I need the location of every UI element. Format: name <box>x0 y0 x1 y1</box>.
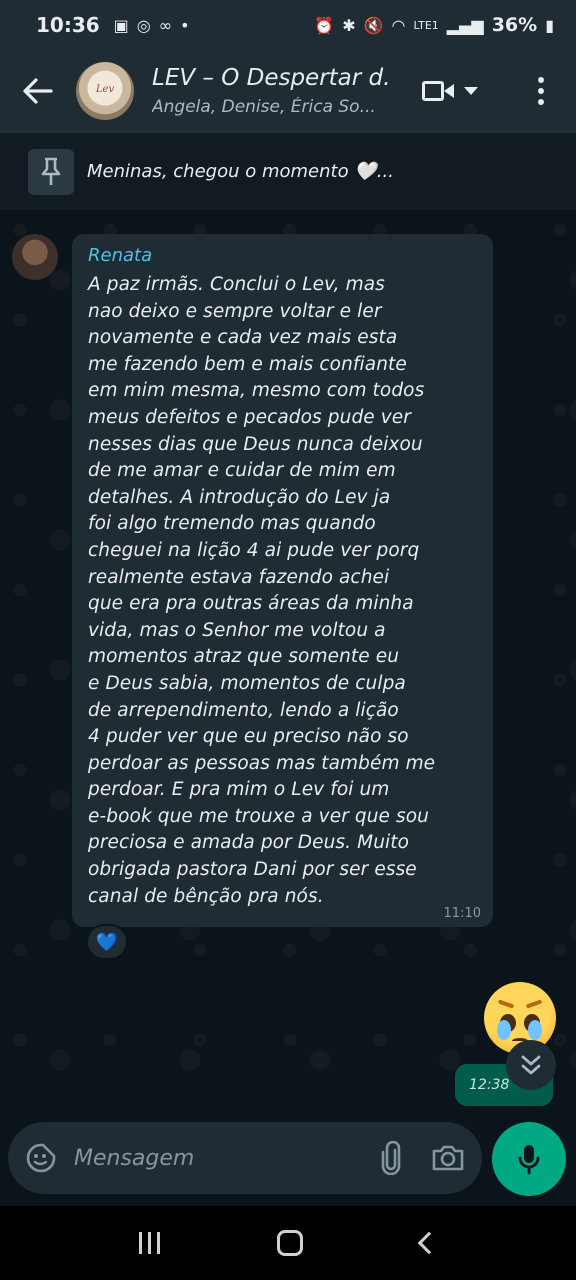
message-time: 11:10 <box>443 906 481 921</box>
message-reaction[interactable]: 💙 <box>86 924 128 960</box>
system-back-button[interactable] <box>417 1231 441 1255</box>
video-call-button[interactable] <box>422 72 492 110</box>
sender-avatar[interactable] <box>12 234 58 280</box>
battery-icon: ▮ <box>545 15 554 35</box>
dot-icon: • <box>180 15 190 35</box>
mute-icon: 🔇 <box>363 15 384 35</box>
voice-message-button[interactable] <box>492 1122 566 1196</box>
whatsapp-icon: ◎ <box>136 15 151 35</box>
menu-dot <box>538 77 544 83</box>
pinned-message-bar[interactable]: Meninas, chegou o momento 🤍... <box>0 132 576 210</box>
double-chevron-down-icon <box>521 1055 541 1075</box>
message-sender[interactable]: Renata <box>88 240 477 272</box>
microphone-icon <box>518 1145 540 1175</box>
group-members: Angela, Denise, Érica So... <box>152 97 376 117</box>
back-button[interactable] <box>0 50 76 132</box>
menu-dot <box>538 99 544 105</box>
blue-heart-icon: 💙 <box>95 931 119 953</box>
caret-down-icon <box>464 87 478 95</box>
message-input[interactable] <box>74 1145 368 1171</box>
pinned-message-text: Meninas, chegou o momento 🤍... <box>87 161 394 182</box>
sticker-button[interactable] <box>8 1122 74 1194</box>
home-button[interactable] <box>277 1230 304 1256</box>
paperclip-icon <box>381 1141 401 1175</box>
system-navigation-bar <box>0 1206 576 1280</box>
bluetooth-icon: ✱ <box>342 15 356 35</box>
notification-icons: ▣ ◎ ∞ • <box>114 16 190 35</box>
camera-button[interactable] <box>414 1122 482 1194</box>
gallery-icon: ▣ <box>113 15 129 35</box>
outgoing-message-time: 12:38 <box>469 1077 510 1093</box>
recent-apps-button[interactable] <box>138 1232 160 1254</box>
incoming-message[interactable]: Renata A paz irmãs. Conclui o Lev, mas n… <box>72 234 493 927</box>
group-avatar-logo: Lev <box>95 84 115 95</box>
alarm-icon: ⏰ <box>314 15 335 35</box>
more-options-button[interactable] <box>526 72 556 110</box>
battery-level: 36% <box>491 14 538 36</box>
group-title: LEV – O Despertar d... <box>152 65 392 91</box>
scroll-to-bottom-button[interactable] <box>506 1040 556 1090</box>
back-arrow-icon <box>23 78 53 104</box>
video-camera-icon <box>422 79 454 103</box>
sticker-icon <box>26 1143 56 1173</box>
message-text: A paz irmãs. Conclui o Lev, mas nao deix… <box>88 274 436 907</box>
wifi-icon: ◠ <box>391 15 406 35</box>
chat-header: Lev LEV – O Despertar d... Angela, Denis… <box>0 50 576 132</box>
link-icon: ∞ <box>158 15 173 35</box>
camera-icon <box>432 1145 464 1171</box>
group-info[interactable]: LEV – O Despertar d... Angela, Denise, É… <box>152 65 392 117</box>
system-icons: ⏰ ✱ 🔇 ◠ LTE1 ▂▄▆ 36% ▮ <box>314 14 554 36</box>
chat-area[interactable]: Renata A paz irmãs. Conclui o Lev, mas n… <box>0 210 576 1120</box>
signal-icon: ▂▄▆ <box>446 15 484 35</box>
attach-button[interactable] <box>368 1122 414 1194</box>
message-composer <box>8 1122 482 1194</box>
status-bar: 10:36 ▣ ◎ ∞ • ⏰ ✱ 🔇 ◠ LTE1 ▂▄▆ 36% ▮ <box>0 0 576 50</box>
group-avatar[interactable]: Lev <box>76 62 134 120</box>
network-label: LTE1 <box>413 18 439 32</box>
pin-icon <box>28 148 74 195</box>
menu-dot <box>538 88 544 94</box>
status-time: 10:36 <box>36 13 100 37</box>
